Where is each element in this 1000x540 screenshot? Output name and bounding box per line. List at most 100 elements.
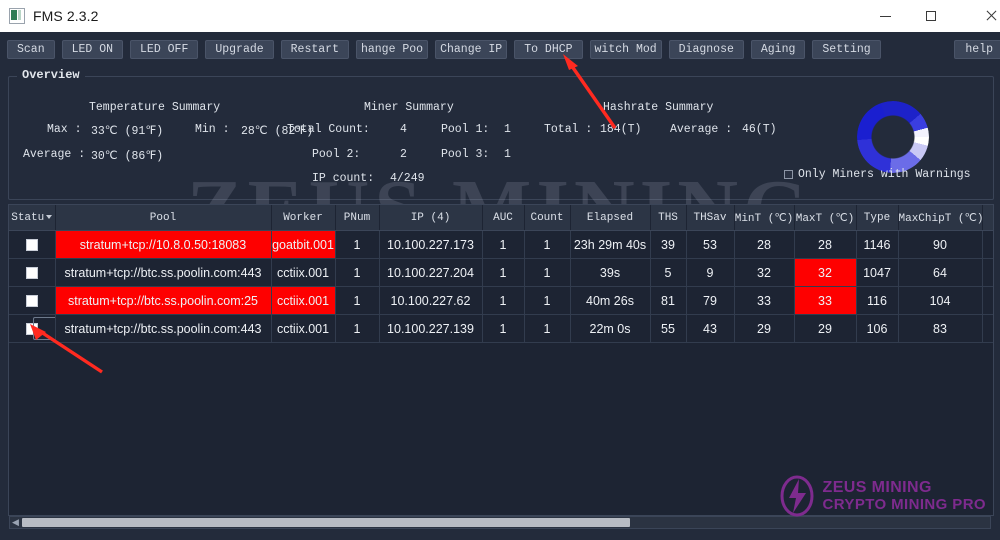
status-donut-spinner: [857, 101, 929, 173]
hashrate-total-value: 184(T): [600, 123, 641, 136]
cell-worker: goatbit.001: [271, 231, 335, 259]
only-warnings-label: Only Miners with Warnings: [798, 168, 971, 181]
diagnose-button[interactable]: Diagnose: [669, 40, 744, 59]
scan-button[interactable]: Scan: [7, 40, 55, 59]
table-row[interactable]: stratum+tcp://10.8.0.50:18083 goatbit.00…: [9, 231, 994, 259]
cell-count: 1: [524, 259, 570, 287]
cell-extra: 1: [982, 259, 994, 287]
table-row[interactable]: stratum+tcp://btc.ss.poolin.com:443 ccti…: [9, 259, 994, 287]
cell-thsav: 79: [686, 287, 734, 315]
column-header-extra[interactable]: [982, 205, 994, 231]
cell-mint: 29: [734, 315, 794, 343]
cell-worker: cctiix.001: [271, 287, 335, 315]
temp-avg-label: Average :: [23, 148, 85, 161]
row-checkbox[interactable]: [26, 239, 38, 251]
miner-table-body: stratum+tcp://10.8.0.50:18083 goatbit.00…: [9, 231, 994, 343]
column-header-ip[interactable]: IP (4): [379, 205, 482, 231]
cell-extra: [982, 231, 994, 259]
restart-button[interactable]: Restart: [281, 40, 349, 59]
row-select-cell[interactable]: [9, 231, 55, 259]
pool1-value: 1: [504, 123, 511, 136]
minimize-button[interactable]: [862, 0, 908, 32]
zeus-brand-line1: ZEUS MINING: [823, 480, 986, 496]
change-ip-button[interactable]: Change IP: [435, 40, 507, 59]
cell-maxt: 33: [794, 287, 856, 315]
cell-pool: stratum+tcp://btc.ss.poolin.com:443: [55, 315, 271, 343]
hashrate-summary-heading: Hashrate Summary: [603, 101, 713, 114]
temp-max-label: Max :: [47, 123, 82, 136]
zeus-mining-logo: ZEUS MINING CRYPTO MINING PRO: [779, 474, 986, 518]
close-button[interactable]: [968, 0, 1000, 32]
cell-auc: 1: [482, 259, 524, 287]
miner-summary-heading: Miner Summary: [364, 101, 454, 114]
column-header-maxt[interactable]: MaxT (℃): [794, 205, 856, 231]
cell-elapsed: 23h 29m 40s: [570, 231, 650, 259]
column-header-auc[interactable]: AUC: [482, 205, 524, 231]
change-pool-button[interactable]: hange Poo: [356, 40, 428, 59]
column-header-worker[interactable]: Worker: [271, 205, 335, 231]
column-header-ths[interactable]: THS: [650, 205, 686, 231]
only-warnings-checkbox[interactable]: Only Miners with Warnings: [784, 168, 971, 181]
zeus-wordmark: ZEUS MINING CRYPTO MINING PRO: [823, 480, 986, 512]
cell-pool: stratum+tcp://btc.ss.poolin.com:25: [55, 287, 271, 315]
table-row[interactable]: stratum+tcp://btc.ss.poolin.com:443 ccti…: [9, 315, 994, 343]
overview-legend: Overview: [17, 68, 85, 82]
scrollbar-thumb[interactable]: [22, 518, 630, 527]
switch-mode-button[interactable]: witch Mod: [590, 40, 662, 59]
ip-count-label: IP count:: [312, 172, 374, 185]
maximize-button[interactable]: [908, 0, 954, 32]
row-select-cell[interactable]: [9, 287, 55, 315]
main-toolbar: Scan LED ON LED OFF Upgrade Restart hang…: [0, 32, 1000, 66]
cell-elapsed: 22m 0s: [570, 315, 650, 343]
table-row[interactable]: stratum+tcp://btc.ss.poolin.com:25 cctii…: [9, 287, 994, 315]
column-header-elapsed[interactable]: Elapsed: [570, 205, 650, 231]
sort-caret-icon: [46, 215, 52, 219]
cell-maxt: 29: [794, 315, 856, 343]
cell-type: 106: [856, 315, 898, 343]
column-header-pnum[interactable]: PNum: [335, 205, 379, 231]
cell-ths: 39: [650, 231, 686, 259]
cell-extra: 1166: [982, 287, 994, 315]
column-header-thsav[interactable]: THSav: [686, 205, 734, 231]
minimize-icon: [880, 16, 891, 17]
help-button[interactable]: help: [954, 40, 1000, 59]
led-off-button[interactable]: LED OFF: [130, 40, 198, 59]
cell-pnum: 1: [335, 231, 379, 259]
to-dhcp-button[interactable]: To DHCP: [514, 40, 582, 59]
window-title: FMS 2.3.2: [33, 8, 98, 24]
column-header-maxchipt[interactable]: MaxChipT (℃): [898, 205, 982, 231]
column-header-mint[interactable]: MinT (℃): [734, 205, 794, 231]
aging-button[interactable]: Aging: [751, 40, 806, 59]
cell-pnum: 1: [335, 259, 379, 287]
row-select-cell[interactable]: [9, 315, 55, 343]
cell-worker: cctiix.001: [271, 315, 335, 343]
column-header-pool[interactable]: Pool: [55, 205, 271, 231]
cell-type: 1146: [856, 231, 898, 259]
row-checkbox[interactable]: [26, 295, 38, 307]
fms-application-window: FMS 2.3.2 Scan LED ON LED OFF Upgrade Re…: [0, 0, 1000, 540]
cell-ip: 10.100.227.204: [379, 259, 482, 287]
cell-thsav: 43: [686, 315, 734, 343]
row-checkbox[interactable]: [26, 267, 38, 279]
column-header-type[interactable]: Type: [856, 205, 898, 231]
temperature-summary-heading: Temperature Summary: [89, 101, 220, 114]
hashrate-avg-label: Average :: [670, 123, 732, 136]
scroll-left-arrow-icon[interactable]: ◀: [10, 517, 21, 528]
cell-maxt: 32: [794, 259, 856, 287]
row-select-cell[interactable]: [9, 259, 55, 287]
table-header-row: Statu Pool Worker PNum IP (4) AUC Count …: [9, 205, 994, 231]
column-header-status[interactable]: Statu: [9, 205, 55, 231]
cell-type: 1047: [856, 259, 898, 287]
led-on-button[interactable]: LED ON: [62, 40, 123, 59]
cell-maxchipt: 90: [898, 231, 982, 259]
checkbox-icon[interactable]: [784, 170, 793, 179]
cell-elapsed: 40m 26s: [570, 287, 650, 315]
setting-button[interactable]: Setting: [812, 40, 880, 59]
miner-table-container[interactable]: Statu Pool Worker PNum IP (4) AUC Count …: [8, 204, 994, 516]
pool1-label: Pool 1:: [441, 123, 489, 136]
upgrade-button[interactable]: Upgrade: [205, 40, 273, 59]
cell-auc: 1: [482, 315, 524, 343]
cell-pnum: 1: [335, 315, 379, 343]
app-icon: [9, 8, 25, 24]
column-header-count[interactable]: Count: [524, 205, 570, 231]
